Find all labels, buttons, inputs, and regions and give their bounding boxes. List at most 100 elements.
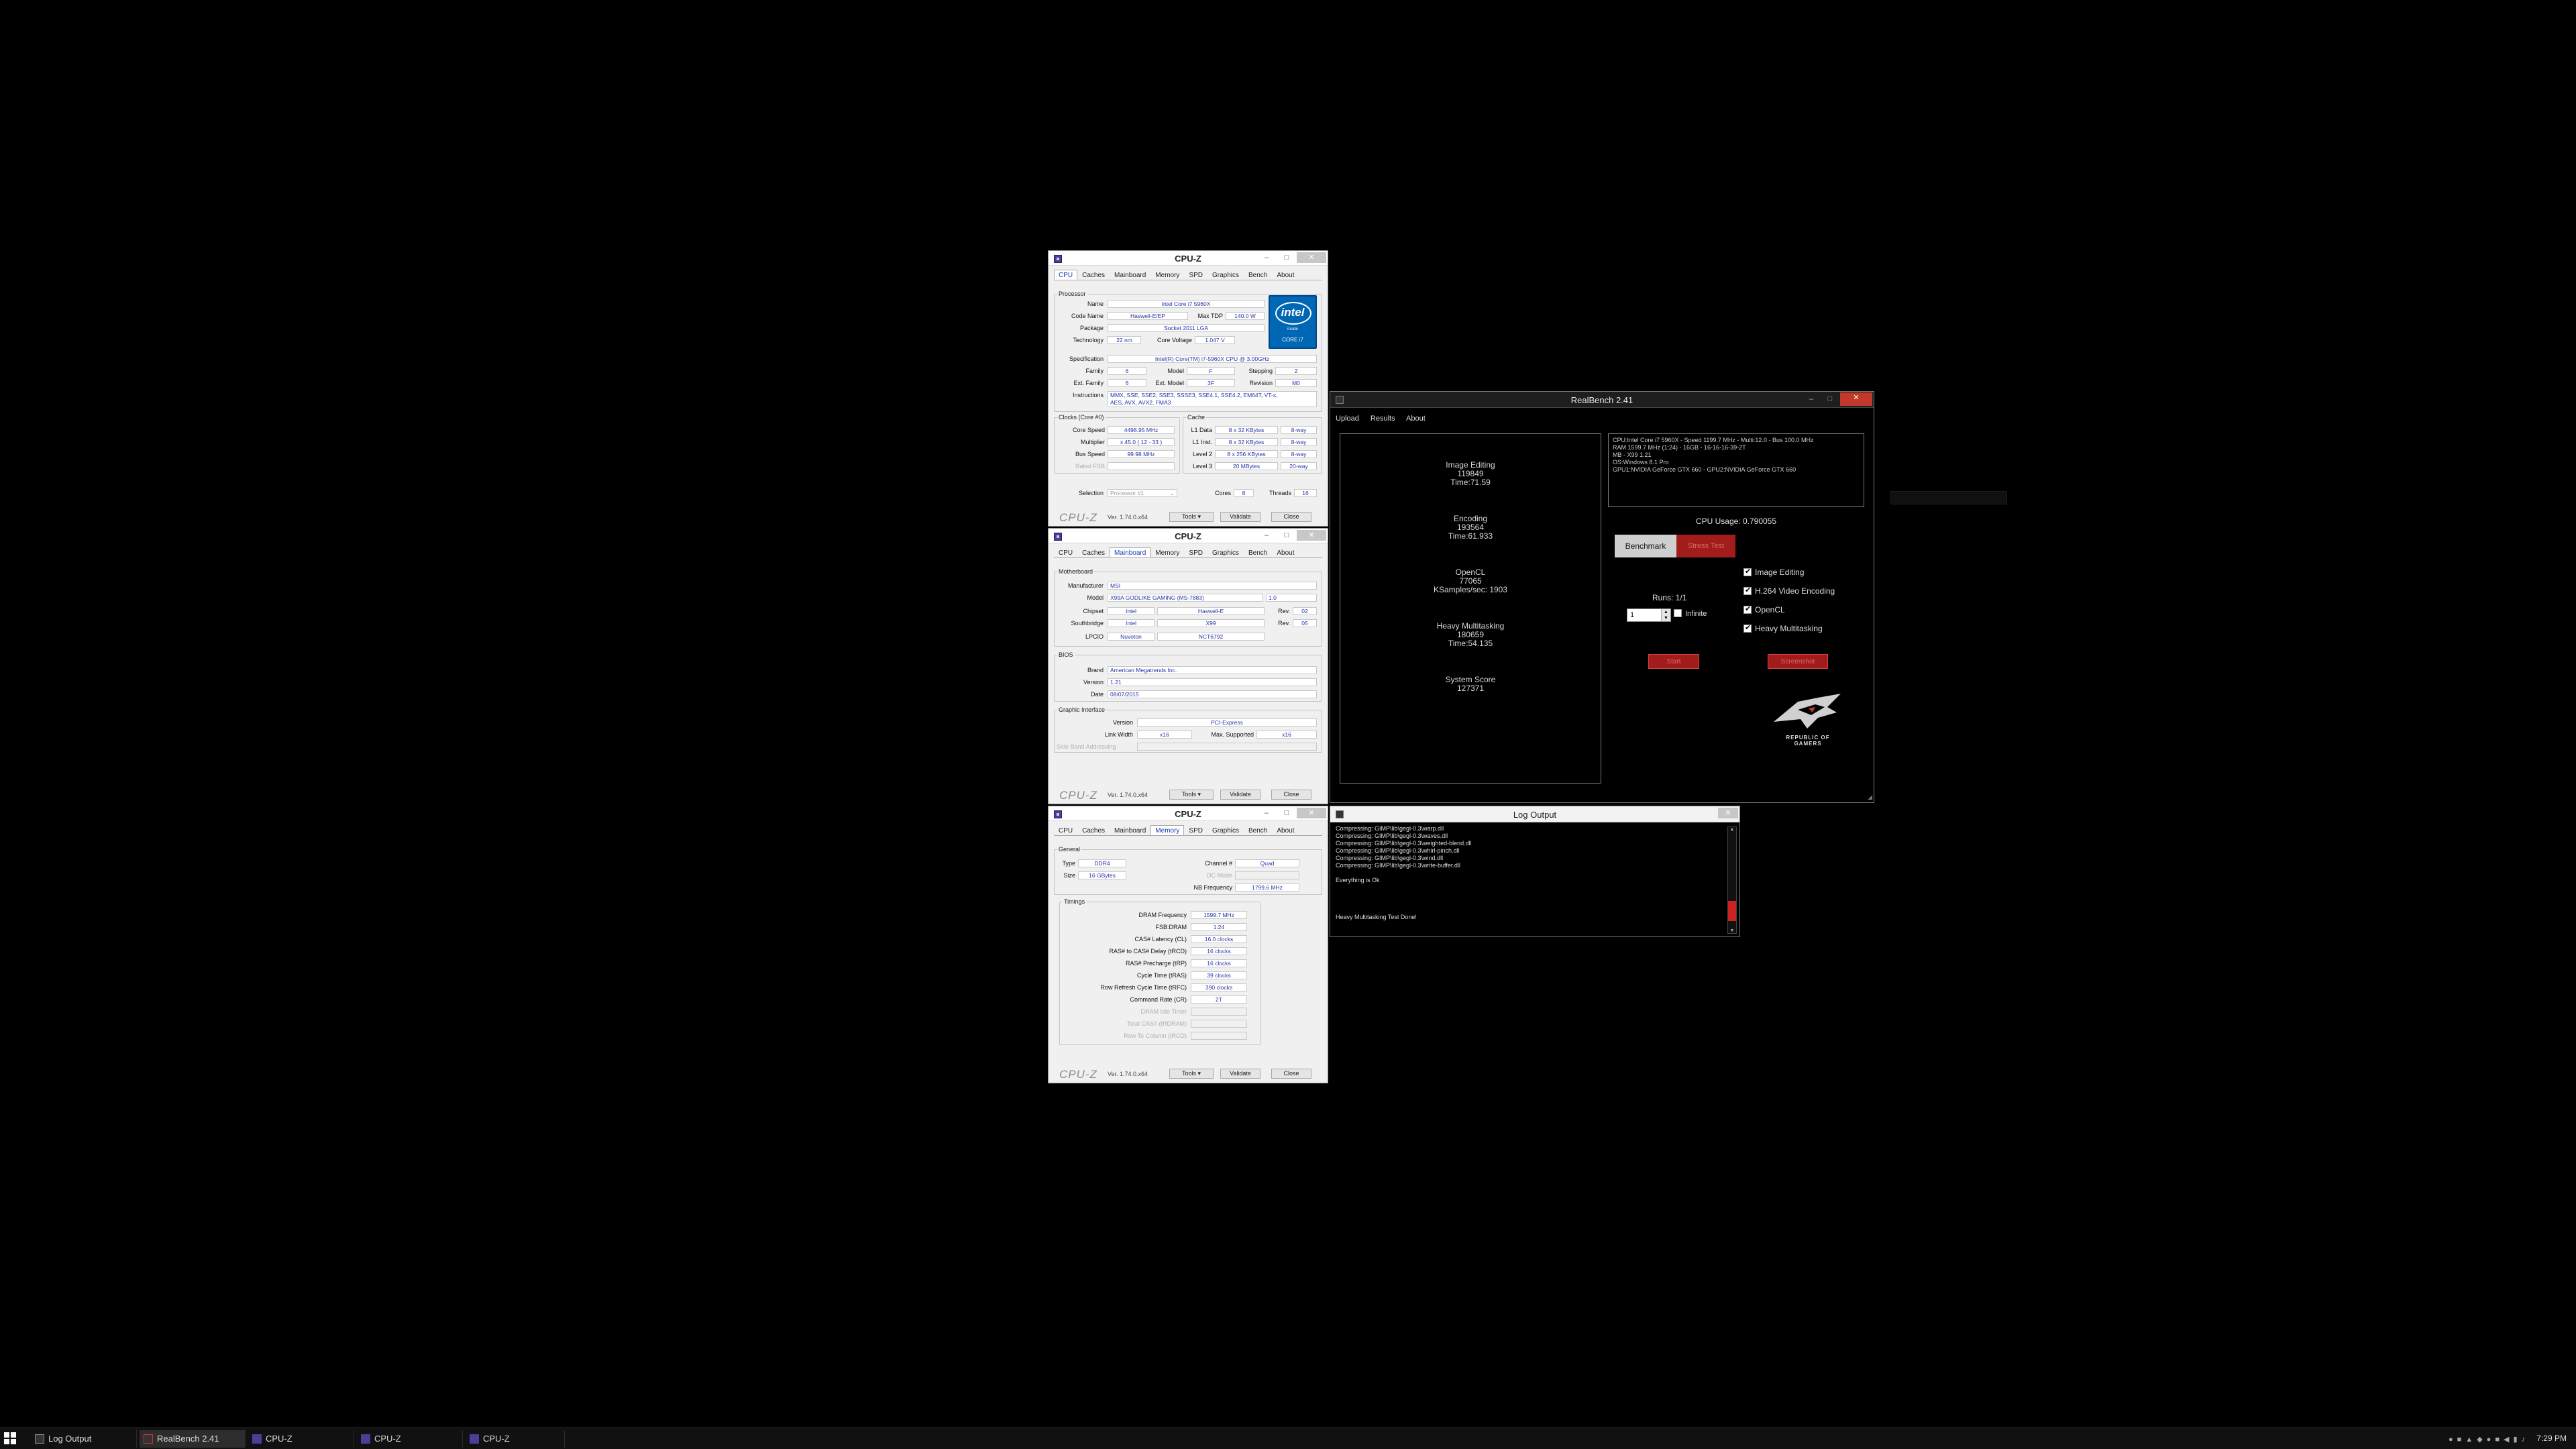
scroll-down-icon[interactable]: ▼	[1728, 928, 1736, 933]
screenshot-button[interactable]: Screenshot	[1768, 654, 1828, 669]
spinner-arrows-icon[interactable]: ▲ ▼	[1661, 609, 1670, 621]
cpuz-window-memory[interactable]: CPU-Z – □ ✕ CPU Caches Mainboard Memory …	[1048, 806, 1328, 1083]
checkbox-box[interactable]	[1743, 604, 1752, 614]
checkbox-box[interactable]	[1674, 609, 1682, 618]
tab-about[interactable]: About	[1272, 825, 1299, 835]
tab-about[interactable]: About	[1272, 270, 1299, 280]
close-window-button[interactable]: ✕	[1718, 808, 1738, 818]
title-bar[interactable]: CPU-Z – □ ✕	[1049, 529, 1328, 543]
tray-icon[interactable]: ■	[2457, 1436, 2466, 1444]
network-icon[interactable]: ▮	[2513, 1436, 2521, 1444]
option-image-editing[interactable]: Image Editing	[1743, 567, 1804, 577]
system-tray[interactable]: ●■▲◆●■◀▮♪	[2355, 1435, 2529, 1444]
tab-memory[interactable]: Memory	[1150, 547, 1184, 557]
taskbar-item-log-output[interactable]: Log Output	[31, 1430, 137, 1448]
close-window-button[interactable]: ✕	[1297, 530, 1326, 541]
minimize-button[interactable]: –	[1258, 252, 1275, 263]
maximize-button[interactable]: □	[1278, 530, 1295, 541]
volume-icon[interactable]: ♪	[2522, 1436, 2530, 1444]
taskbar-item-cpuz-1[interactable]: CPU-Z	[248, 1430, 354, 1448]
maximize-button[interactable]: □	[1821, 394, 1839, 405]
option-opencl[interactable]: OpenCL	[1743, 604, 1785, 614]
validate-button[interactable]: Validate	[1220, 1069, 1260, 1079]
tab-spd[interactable]: SPD	[1184, 547, 1208, 557]
realbench-window[interactable]: RealBench 2.41 – □ ✕ Upload Results Abou…	[1330, 391, 1874, 803]
taskbar-item-realbench[interactable]: RealBench 2.41	[140, 1430, 246, 1448]
tab-memory[interactable]: Memory	[1150, 270, 1184, 280]
log-output-window[interactable]: Log Output ✕ Compressing: GIMP\lib\gegl-…	[1330, 806, 1740, 937]
close-button[interactable]: Close	[1271, 512, 1311, 522]
tab-bench[interactable]: Bench	[1244, 825, 1272, 835]
tab-spd[interactable]: SPD	[1184, 270, 1208, 280]
runs-spinner[interactable]: 1 ▲ ▼	[1627, 608, 1671, 622]
log-scrollbar[interactable]: ▲ ▼	[1727, 826, 1737, 934]
close-window-button[interactable]: ✕	[1840, 392, 1872, 406]
tab-mainboard[interactable]: Mainboard	[1110, 825, 1150, 835]
tab-bench[interactable]: Bench	[1244, 547, 1272, 557]
tray-icon[interactable]: ◆	[2477, 1436, 2486, 1444]
scrollbar-thumb[interactable]	[1728, 901, 1736, 921]
option-video-encoding[interactable]: H.264 Video Encoding	[1743, 586, 1835, 596]
tray-icon[interactable]: ◀	[2504, 1436, 2513, 1444]
minimize-button[interactable]: –	[1258, 530, 1275, 541]
title-bar[interactable]: CPU-Z – □ ✕	[1049, 251, 1328, 266]
benchmark-tab-button[interactable]: Benchmark	[1615, 535, 1676, 557]
group-label: General	[1057, 846, 1082, 853]
option-heavy-multitasking[interactable]: Heavy Multitasking	[1743, 623, 1823, 633]
menu-upload[interactable]: Upload	[1336, 415, 1359, 423]
menu-about[interactable]: About	[1406, 415, 1426, 423]
tray-icon[interactable]: ■	[2495, 1436, 2504, 1444]
tab-spd[interactable]: SPD	[1184, 825, 1208, 835]
title-bar[interactable]: RealBench 2.41 – □ ✕	[1330, 392, 1874, 408]
processor-select[interactable]: Processor #1 ⌄	[1108, 489, 1177, 497]
close-window-button[interactable]: ✕	[1297, 252, 1326, 263]
tools-button[interactable]: Tools ▾	[1169, 512, 1214, 522]
tab-caches[interactable]: Caches	[1077, 270, 1110, 280]
taskbar-clock[interactable]: 7:29 PM	[2536, 1434, 2567, 1443]
log-text-area[interactable]: Compressing: GIMP\lib\gegl-0.3\warp.dll C…	[1336, 825, 1725, 935]
title-bar[interactable]: Log Output ✕	[1330, 806, 1739, 822]
taskbar-item-cpuz-2[interactable]: CPU-Z	[357, 1430, 463, 1448]
taskbar-item-cpuz-3[interactable]: CPU-Z	[466, 1430, 565, 1448]
maximize-button[interactable]: □	[1278, 808, 1295, 818]
tray-icon[interactable]: ▲	[2465, 1436, 2477, 1444]
cpuz-window-cpu[interactable]: CPU-Z – □ ✕ CPU Caches Mainboard Memory …	[1048, 250, 1328, 527]
tools-button[interactable]: Tools ▾	[1169, 790, 1214, 800]
tray-icon[interactable]: ●	[2449, 1436, 2457, 1444]
close-window-button[interactable]: ✕	[1297, 808, 1326, 818]
tab-about[interactable]: About	[1272, 547, 1299, 557]
close-button[interactable]: Close	[1271, 790, 1311, 800]
start-button[interactable]: Start	[1648, 654, 1699, 669]
tab-cpu[interactable]: CPU	[1054, 825, 1077, 835]
minimize-button[interactable]: –	[1258, 808, 1275, 818]
tools-button[interactable]: Tools ▾	[1169, 1069, 1214, 1079]
validate-button[interactable]: Validate	[1220, 512, 1260, 522]
tab-caches[interactable]: Caches	[1077, 825, 1110, 835]
tab-graphics[interactable]: Graphics	[1208, 547, 1244, 557]
tray-icon[interactable]: ●	[2487, 1436, 2496, 1444]
close-button[interactable]: Close	[1271, 1069, 1311, 1079]
tab-graphics[interactable]: Graphics	[1208, 825, 1244, 835]
tab-mainboard[interactable]: Mainboard	[1110, 547, 1151, 557]
stress-test-tab-button[interactable]: Stress Test	[1676, 535, 1735, 557]
menu-results[interactable]: Results	[1371, 415, 1395, 423]
tab-cpu[interactable]: CPU	[1054, 270, 1078, 280]
windows-start-button[interactable]	[4, 1432, 17, 1446]
title-bar[interactable]: CPU-Z – □ ✕	[1049, 806, 1328, 821]
maximize-button[interactable]: □	[1278, 252, 1295, 263]
tab-caches[interactable]: Caches	[1077, 547, 1110, 557]
tab-graphics[interactable]: Graphics	[1208, 270, 1244, 280]
tab-cpu[interactable]: CPU	[1054, 547, 1077, 557]
scroll-up-icon[interactable]: ▲	[1728, 827, 1736, 832]
validate-button[interactable]: Validate	[1220, 790, 1260, 800]
checkbox-box[interactable]	[1743, 623, 1752, 633]
checkbox-box[interactable]	[1743, 586, 1752, 595]
tab-memory[interactable]: Memory	[1150, 825, 1185, 835]
resize-grip-icon[interactable]: ◢	[1868, 794, 1872, 801]
minimize-button[interactable]: –	[1803, 394, 1820, 405]
infinite-checkbox[interactable]: Infinite	[1674, 609, 1707, 618]
tab-mainboard[interactable]: Mainboard	[1110, 270, 1150, 280]
checkbox-box[interactable]	[1743, 567, 1752, 576]
cpuz-window-mainboard[interactable]: CPU-Z – □ ✕ CPU Caches Mainboard Memory …	[1048, 528, 1328, 804]
tab-bench[interactable]: Bench	[1244, 270, 1272, 280]
